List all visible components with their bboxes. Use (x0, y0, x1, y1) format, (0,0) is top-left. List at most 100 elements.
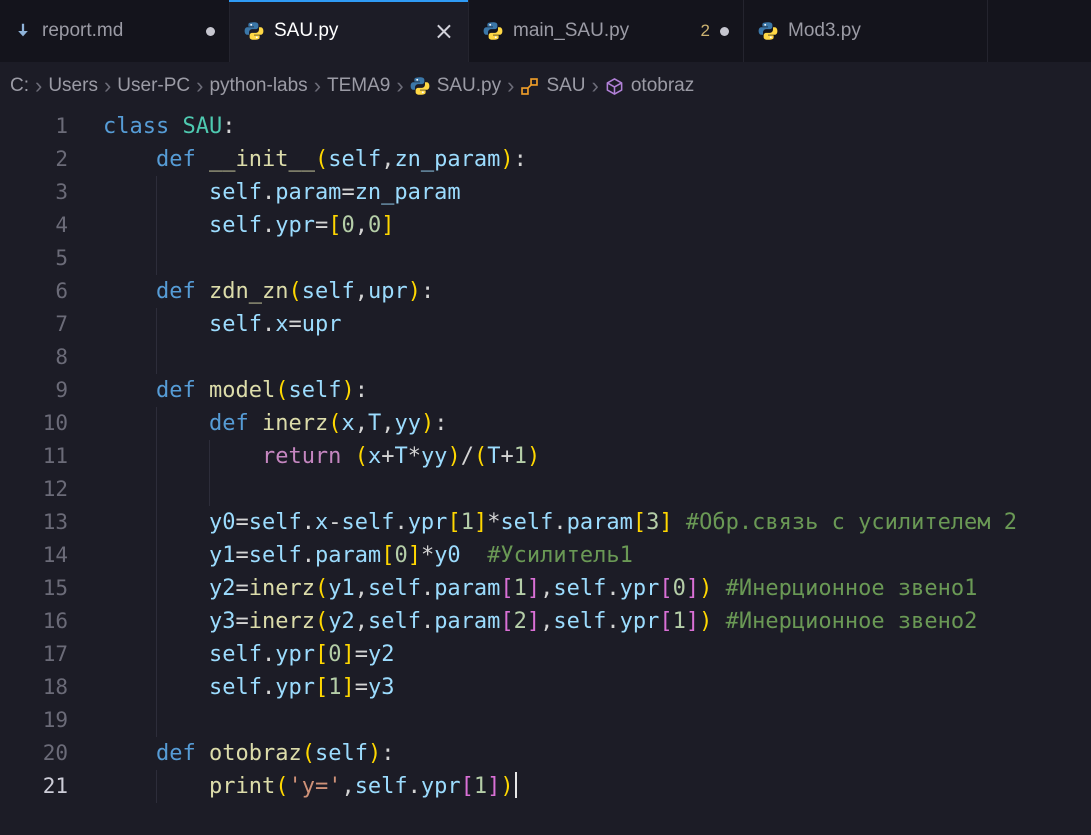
code-line-21[interactable]: 21 print('y=',self.ypr[1]) (0, 770, 1091, 803)
code-line-4[interactable]: 4 self.ypr=[0,0] (0, 209, 1091, 242)
code-token: upr (302, 312, 342, 337)
line-number[interactable]: 20 (0, 737, 68, 770)
code-token: 1 (461, 510, 474, 535)
code-editor[interactable]: 1class SAU:2 def __init__(self,zn_param)… (0, 110, 1091, 803)
code-line-8[interactable]: 8 (0, 341, 1091, 374)
code-token: 0 (368, 213, 381, 238)
code-text (68, 704, 1091, 737)
line-number[interactable]: 1 (0, 110, 68, 143)
line-number[interactable]: 18 (0, 671, 68, 704)
tab-sau-py[interactable]: SAU.py× (230, 0, 469, 62)
code-token: y2 (209, 576, 236, 601)
code-line-13[interactable]: 13 y0=self.x-self.ypr[1]*self.param[3] #… (0, 506, 1091, 539)
code-line-20[interactable]: 20 def otobraz(self): (0, 737, 1091, 770)
code-token: 0 (341, 213, 354, 238)
code-token: . (262, 642, 275, 667)
tab-main-sau-py[interactable]: main_SAU.py2 (469, 0, 744, 62)
line-number[interactable]: 3 (0, 176, 68, 209)
line-number[interactable]: 2 (0, 143, 68, 176)
line-number[interactable]: 12 (0, 473, 68, 506)
code-line-5[interactable]: 5 (0, 242, 1091, 275)
code-token: ) (421, 411, 434, 436)
line-number[interactable]: 9 (0, 374, 68, 407)
code-token: . (606, 609, 619, 634)
code-line-6[interactable]: 6 def zdn_zn(self,upr): (0, 275, 1091, 308)
code-token: self (209, 180, 262, 205)
modified-dot-icon[interactable] (206, 27, 215, 36)
code-line-17[interactable]: 17 self.ypr[0]=y2 (0, 638, 1091, 671)
line-number[interactable]: 4 (0, 209, 68, 242)
code-line-15[interactable]: 15 y2=inerz(y1,self.param[1],self.ypr[0]… (0, 572, 1091, 605)
breadcrumb-item-tema9[interactable]: TEMA9 (327, 75, 390, 97)
breadcrumb-item-otobraz[interactable]: otobraz (605, 75, 694, 97)
code-token: ( (315, 147, 328, 172)
code-token: ] (408, 543, 421, 568)
code-token: ( (328, 411, 341, 436)
modified-dot-icon[interactable] (720, 27, 729, 36)
line-number[interactable]: 14 (0, 539, 68, 572)
breadcrumb-item-users[interactable]: Users (48, 75, 98, 97)
breadcrumb-item-c-[interactable]: C: (10, 75, 29, 97)
code-text (68, 473, 1091, 506)
code-line-9[interactable]: 9 def model(self): (0, 374, 1091, 407)
breadcrumb-item-sau[interactable]: SAU (520, 75, 585, 97)
code-token: , (341, 774, 354, 799)
tab-mod3-py[interactable]: Mod3.py (744, 0, 988, 62)
code-line-18[interactable]: 18 self.ypr[1]=y3 (0, 671, 1091, 704)
code-line-14[interactable]: 14 y1=self.param[0]*y0 #Усилитель1 (0, 539, 1091, 572)
code-token: [ (328, 213, 341, 238)
code-token: , (381, 147, 394, 172)
line-number[interactable]: 21 (0, 770, 68, 803)
line-number[interactable]: 13 (0, 506, 68, 539)
text-cursor (515, 772, 517, 798)
line-number[interactable]: 6 (0, 275, 68, 308)
line-number[interactable]: 7 (0, 308, 68, 341)
line-number[interactable]: 11 (0, 440, 68, 473)
code-line-16[interactable]: 16 y3=inerz(y2,self.param[2],self.ypr[1]… (0, 605, 1091, 638)
code-token (712, 609, 725, 634)
indent-guide (156, 176, 157, 209)
breadcrumb-item-sau-py[interactable]: SAU.py (410, 75, 501, 97)
indent-guide (156, 209, 157, 242)
indent-guide (156, 770, 157, 803)
line-number[interactable]: 19 (0, 704, 68, 737)
line-number[interactable]: 10 (0, 407, 68, 440)
code-token: 0 (394, 543, 407, 568)
line-number[interactable]: 5 (0, 242, 68, 275)
tab-report-md[interactable]: report.md (0, 0, 230, 62)
line-number[interactable]: 17 (0, 638, 68, 671)
chevron-right-icon: › (35, 75, 42, 97)
code-text: return (x+T*yy)/(T+1) (68, 440, 1091, 473)
code-line-1[interactable]: 1class SAU: (0, 110, 1091, 143)
code-text: def __init__(self,zn_param): (68, 143, 1091, 176)
code-token: ypr (275, 675, 315, 700)
code-token: ) (500, 774, 513, 799)
code-token (196, 147, 209, 172)
code-token: + (381, 444, 394, 469)
code-line-11[interactable]: 11 return (x+T*yy)/(T+1) (0, 440, 1091, 473)
code-text: self.ypr[0]=y2 (68, 638, 1091, 671)
code-token: #Обр.связь с усилителем 2 (686, 510, 1017, 535)
code-line-2[interactable]: 2 def __init__(self,zn_param): (0, 143, 1091, 176)
line-number[interactable]: 16 (0, 605, 68, 638)
code-token: . (394, 510, 407, 535)
close-icon[interactable]: × (434, 19, 454, 43)
code-line-10[interactable]: 10 def inerz(x,T,yy): (0, 407, 1091, 440)
code-token: [ (315, 675, 328, 700)
line-number[interactable]: 15 (0, 572, 68, 605)
code-token: yy (394, 411, 421, 436)
breadcrumb-item-python-labs[interactable]: python-labs (209, 75, 307, 97)
breadcrumb-item-user-pc[interactable]: User-PC (117, 75, 190, 97)
code-token: . (262, 213, 275, 238)
code-line-7[interactable]: 7 self.x=upr (0, 308, 1091, 341)
indent-guide (156, 242, 157, 275)
code-token: def (156, 147, 196, 172)
code-line-12[interactable]: 12 (0, 473, 1091, 506)
breadcrumb-label: SAU.py (437, 75, 501, 97)
line-number[interactable]: 8 (0, 341, 68, 374)
code-token: * (421, 543, 434, 568)
code-token: y2 (368, 642, 395, 667)
code-line-19[interactable]: 19 (0, 704, 1091, 737)
code-line-3[interactable]: 3 self.param=zn_param (0, 176, 1091, 209)
code-token: upr (368, 279, 408, 304)
